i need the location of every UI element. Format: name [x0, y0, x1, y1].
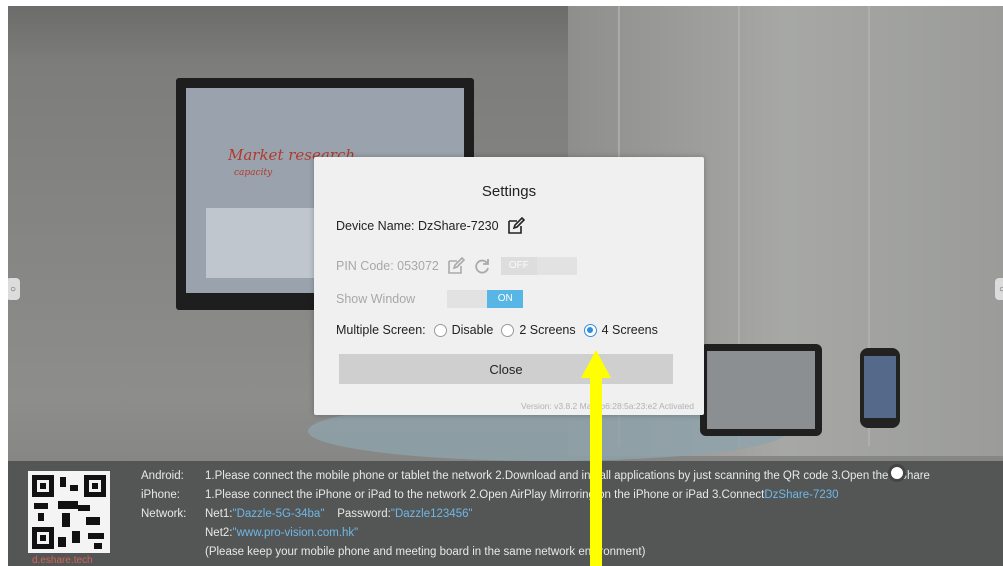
show-window-label: Show Window: [336, 292, 416, 306]
network-key: Network:: [141, 508, 187, 520]
net2-row: Net2:"www.pro-vision.com.hk": [205, 527, 358, 539]
settings-dialog: Settings Device Name: DzShare-7230 PIN C…: [314, 157, 704, 415]
android-text: 1.Please connect the mobile phone or tab…: [205, 470, 930, 482]
pin-row: PIN Code: 053072 OFF: [336, 256, 577, 275]
qr-code[interactable]: [28, 471, 110, 553]
right-handle-icon[interactable]: ○: [995, 278, 1003, 300]
iphone-text: 1.Please connect the iPhone or iPad to t…: [205, 489, 765, 501]
network-note: (Please keep your mobile phone and meeti…: [205, 546, 646, 558]
multiple-screen-row: Multiple Screen: Disable 2 Screens 4 Scr…: [336, 323, 658, 337]
multiple-screen-label: Multiple Screen:: [336, 323, 426, 337]
net2-label: Net2:: [205, 527, 233, 539]
option-2-screens[interactable]: 2 Screens: [519, 323, 575, 337]
radio-2-screens[interactable]: [501, 323, 515, 337]
iphone-row: iPhone: 1.Please connect the iPhone or i…: [141, 489, 1001, 504]
password-label: Password:: [337, 508, 391, 520]
dialog-title: Settings: [481, 183, 537, 200]
edit-icon[interactable]: [507, 216, 525, 235]
cursor-icon: [888, 464, 906, 482]
radio-4-screens[interactable]: [583, 323, 597, 337]
android-row: Android: 1.Please connect the mobile pho…: [141, 470, 1001, 485]
network-row: Network: Net1:"Dazzle-5G-34ba" Password:…: [141, 508, 1001, 523]
pin-label: PIN Code:: [336, 259, 394, 273]
radio-disable[interactable]: [433, 323, 447, 337]
net2-value: "www.pro-vision.com.hk": [232, 527, 359, 539]
background-phone: [860, 348, 900, 428]
tv-subtext: capacity: [234, 168, 273, 178]
option-4-screens[interactable]: 4 Screens: [602, 323, 658, 337]
left-handle-icon[interactable]: ○: [8, 278, 20, 300]
edit-icon[interactable]: [447, 256, 466, 275]
iphone-device-link[interactable]: DzShare-7230: [764, 489, 838, 501]
net1-label: Net1:: [205, 508, 233, 520]
device-name-label: Device Name:: [336, 219, 415, 233]
pin-toggle[interactable]: OFF: [500, 257, 577, 275]
close-button[interactable]: Close: [339, 354, 673, 384]
annotation-arrow-icon: [581, 350, 611, 566]
show-window-row: Show Window ON: [336, 290, 524, 308]
iphone-key: iPhone:: [141, 489, 181, 501]
option-disable[interactable]: Disable: [452, 323, 494, 337]
pin-value: 053072: [397, 259, 439, 273]
background-tablet: [700, 344, 822, 436]
show-window-toggle[interactable]: ON: [447, 290, 524, 308]
android-key: Android:: [141, 470, 184, 482]
password-value: "Dazzle123456": [390, 508, 473, 520]
connection-info-bar: d.eshare.tech Android: 1.Please connect …: [8, 461, 1003, 566]
qr-label: d.eshare.tech: [32, 555, 93, 566]
refresh-icon[interactable]: [473, 257, 491, 275]
net1-ssid: "Dazzle-5G-34ba": [232, 508, 325, 520]
device-name-row: Device Name: DzShare-7230: [336, 216, 525, 235]
device-name-value: DzShare-7230: [417, 219, 499, 233]
